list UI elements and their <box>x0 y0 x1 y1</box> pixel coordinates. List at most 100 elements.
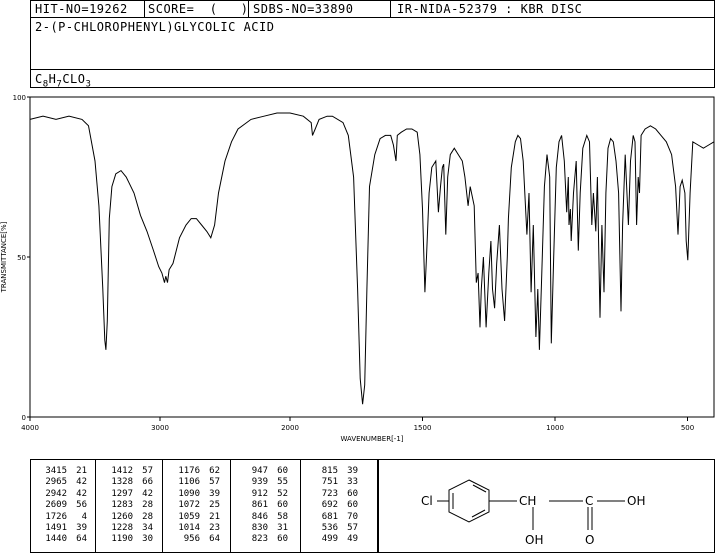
peak-table-divider <box>300 460 301 552</box>
peak-wavenumber: 1491 <box>45 523 67 533</box>
x-tick-label: 3000 <box>151 424 169 432</box>
peak-transmittance: 39 <box>209 488 220 499</box>
peak-wavenumber: 681 <box>321 511 338 522</box>
peak-transmittance: 4 <box>81 511 87 522</box>
peak-transmittance: 30 <box>142 534 153 545</box>
ir-spectrum-chart: 4000 3000 2000 1500 1000 500100500WAVENUMBER[… <box>0 94 715 443</box>
y-tick-label: 0 <box>22 414 26 422</box>
peak-wavenumber: 1106 <box>178 477 200 488</box>
spectrum-line <box>29 112 715 405</box>
peak-wavenumber: 1412 <box>111 466 133 476</box>
y-tick-label: 100 <box>13 94 26 102</box>
peak-transmittance: 42 <box>76 477 87 488</box>
peak-wavenumber: 861 <box>251 500 268 511</box>
peak-transmittance: 28 <box>142 500 153 511</box>
peak-wavenumber: 830 <box>251 523 268 533</box>
aromatic-bond <box>471 509 486 518</box>
peak-wavenumber: 912 <box>251 488 268 499</box>
hydroxyl-oh-label: OH <box>525 533 543 547</box>
peak-wavenumber: 723 <box>321 488 338 499</box>
peak-wavenumber: 2609 <box>45 500 67 511</box>
peak-wavenumber: 2942 <box>45 488 67 499</box>
peak-wavenumber: 692 <box>321 500 338 511</box>
molecular-formula: C8H7CLO3 <box>35 72 92 90</box>
peak-wavenumber: 1297 <box>111 488 133 499</box>
peak-wavenumber: 1328 <box>111 477 133 488</box>
peak-transmittance: 55 <box>277 477 288 488</box>
carbonyl-o-label: O <box>585 533 594 547</box>
peak-wavenumber: 1440 <box>45 534 67 545</box>
x-axis-label: WAVENUMBER[-1] <box>340 435 403 443</box>
peak-transmittance: 56 <box>76 500 87 511</box>
ir-info: IR-NIDA-52379 : KBR DISC <box>397 2 583 16</box>
peak-transmittance: 21 <box>76 466 87 476</box>
peak-transmittance: 66 <box>142 477 153 488</box>
peak-wavenumber: 1090 <box>178 488 200 499</box>
peak-transmittance: 60 <box>277 534 288 545</box>
peak-transmittance: 42 <box>142 488 153 499</box>
structure-box: Cl CH C OH OH O <box>378 459 715 553</box>
peak-transmittance: 49 <box>347 534 358 545</box>
peak-transmittance: 31 <box>277 523 288 533</box>
peak-wavenumber: 536 <box>321 523 338 533</box>
peak-table-divider <box>230 460 231 552</box>
peak-wavenumber: 939 <box>251 477 268 488</box>
peak-table-divider <box>162 460 163 552</box>
peak-wavenumber: 947 <box>251 466 268 476</box>
x-tick-label: 1500 <box>414 424 432 432</box>
peak-wavenumber: 1072 <box>178 500 200 511</box>
peak-transmittance: 57 <box>209 477 220 488</box>
peak-wavenumber: 956 <box>183 534 200 545</box>
peak-wavenumber: 1726 <box>45 511 67 522</box>
peak-table-box: 3415 21 2965 42 2942 42 2609 56 1726 4 1491 39 1440 6… <box>30 459 378 553</box>
aromatic-bond <box>472 484 487 493</box>
peak-table-divider <box>95 460 96 552</box>
peak-transmittance: 60 <box>277 500 288 511</box>
peak-transmittance: 64 <box>76 534 87 545</box>
cl-atom-label: Cl <box>421 494 433 508</box>
peak-transmittance: 39 <box>347 466 358 476</box>
peak-transmittance: 70 <box>347 511 358 522</box>
y-axis-label: TRANSMITTANCE[%] <box>0 221 8 293</box>
peak-transmittance: 25 <box>209 500 220 511</box>
peak-wavenumber: 1228 <box>111 523 133 533</box>
compound-name: 2-(P-CHLOROPHENYL)GLYCOLIC ACID <box>35 20 275 34</box>
peak-transmittance: 39 <box>76 523 87 533</box>
peak-wavenumber: 2965 <box>45 477 67 488</box>
peak-transmittance: 21 <box>209 511 220 522</box>
x-tick-label: 2000 <box>281 424 299 432</box>
peak-transmittance: 60 <box>347 500 358 511</box>
peak-transmittance: 58 <box>277 511 288 522</box>
x-tick-label: 1000 <box>546 424 564 432</box>
peak-transmittance: 33 <box>347 477 358 488</box>
peak-transmittance: 57 <box>347 523 358 533</box>
peak-transmittance: 52 <box>277 488 288 499</box>
peak-transmittance: 60 <box>347 488 358 499</box>
peak-wavenumber: 823 <box>251 534 268 545</box>
peak-wavenumber: 1283 <box>111 500 133 511</box>
peak-wavenumber: 499 <box>321 534 338 545</box>
peak-wavenumber: 1014 <box>178 523 200 533</box>
hit-number: HIT-NO=19262 <box>35 2 128 16</box>
peak-wavenumber: 751 <box>321 477 338 488</box>
peak-transmittance: 42 <box>76 488 87 499</box>
peak-wavenumber: 846 <box>251 511 268 522</box>
chemical-structure: Cl CH C OH OH O <box>421 479 645 547</box>
peak-wavenumber: 1176 <box>178 466 200 476</box>
peak-transmittance: 60 <box>277 466 288 476</box>
peak-transmittance: 23 <box>209 523 220 533</box>
peak-wavenumber: 1059 <box>178 511 200 522</box>
peak-wavenumber: 1190 <box>111 534 133 545</box>
ch-atom-label: CH <box>519 494 536 508</box>
peak-transmittance: 34 <box>142 523 153 533</box>
carboxyl-oh-label: OH <box>627 494 645 508</box>
header-box: HIT-NO=19262 SCORE= ( ) SDBS-NO=33890 IR… <box>30 0 715 90</box>
peak-wavenumber: 3415 <box>45 466 67 476</box>
carboxyl-c-label: C <box>585 494 593 508</box>
x-tick-label: 4000 <box>21 424 39 432</box>
peak-wavenumber: 815 <box>321 466 338 476</box>
peak-transmittance: 28 <box>142 511 153 522</box>
y-tick-label: 50 <box>17 254 26 262</box>
sdbs-number: SDBS-NO=33890 <box>253 2 354 16</box>
peak-wavenumber: 1260 <box>111 511 133 522</box>
